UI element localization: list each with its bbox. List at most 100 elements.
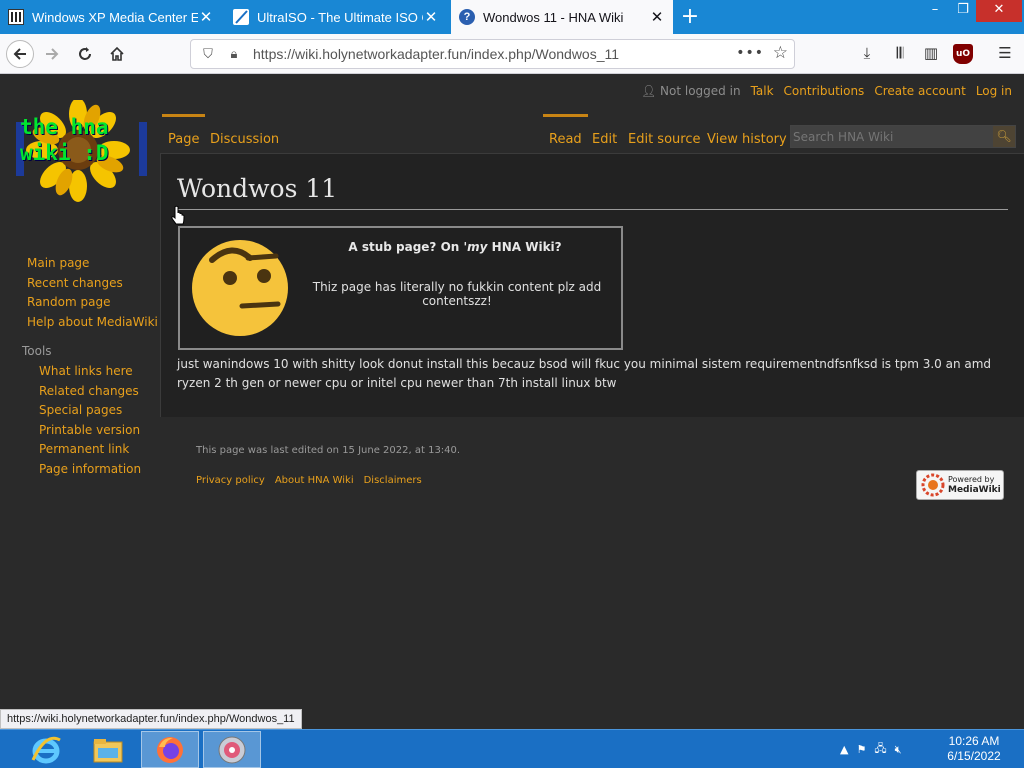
disclaimers-link[interactable]: Disclaimers (364, 475, 422, 486)
tab-edit[interactable]: Edit (586, 114, 623, 153)
log-in-link[interactable]: Log in (976, 84, 1012, 98)
back-button[interactable] (6, 40, 34, 68)
tab-read[interactable]: Read (543, 114, 588, 153)
ultraiso-button[interactable] (203, 731, 261, 768)
close-window-button[interactable]: ✕ (976, 0, 1022, 22)
article-body: just wanindows 10 with shitty look donut… (177, 357, 992, 390)
tab-title: Wondwos 11 - HNA Wiki (483, 9, 624, 25)
mouse-pointer-icon (171, 205, 185, 225)
home-icon (110, 46, 124, 61)
file-explorer-icon (93, 738, 123, 762)
privacy-policy-link[interactable]: Privacy policy (196, 475, 265, 486)
search-box: 🔍︎ (790, 125, 1016, 148)
personal-tools: 👤︎ Not logged in Talk Contributions Crea… (641, 84, 1012, 98)
stub-title: A stub page? On 'my HNA Wiki? (348, 240, 562, 254)
url-bar[interactable]: ⛉ 🔒︎ https://wiki.holynetworkadapter.fun… (190, 39, 795, 69)
link-preview-status: https://wiki.holynetworkadapter.fun/inde… (0, 709, 302, 729)
clock-date: 6/15/2022 (947, 749, 1001, 763)
contributions-link[interactable]: Contributions (784, 84, 865, 98)
stub-text: Thiz page has literally no fukkin conten… (312, 280, 602, 308)
lock-icon[interactable]: 🔒︎ (225, 47, 243, 62)
new-tab-button[interactable]: + (676, 4, 704, 30)
library-icon[interactable]: 𝄃𝄃 (889, 44, 911, 64)
ultraiso-disc-icon (218, 736, 246, 763)
web-page: the hna wiki :D 👤︎ Not logged in Talk Co… (0, 74, 1024, 730)
sidebar-tools-heading: Tools (22, 344, 52, 358)
powered-by-mediawiki-badge[interactable]: Powered by MediaWiki (916, 470, 1004, 500)
main-content: Wondwos 11 A stub page? On 'my HNA Wiki?… (160, 153, 1024, 417)
talk-link[interactable]: Talk (751, 84, 774, 98)
downloads-icon[interactable]: ⤓ (856, 44, 878, 64)
user-icon: 👤︎ (640, 84, 657, 98)
maximize-button[interactable]: ❐ (950, 0, 976, 22)
page-title: Wondwos 11 (177, 174, 1008, 210)
powered-by-text: Powered by MediaWiki (948, 475, 1001, 495)
arrow-left-icon (13, 48, 26, 60)
sidebar-item-special-pages[interactable]: Special pages (39, 403, 141, 423)
sidebar-item-recent-changes[interactable]: Recent changes (27, 276, 158, 296)
sidebar-tools: What links here Related changes Special … (39, 364, 141, 481)
archive-icon (8, 9, 24, 25)
minimize-button[interactable]: – (920, 0, 950, 22)
menu-icon[interactable]: ☰ (994, 44, 1016, 64)
search-button[interactable]: 🔍︎ (993, 126, 1015, 147)
file-explorer-button[interactable] (79, 731, 137, 768)
search-icon: 🔍︎ (996, 129, 1012, 143)
sidebar-item-page-information[interactable]: Page information (39, 462, 141, 482)
internet-explorer-button[interactable] (17, 731, 75, 768)
reload-button[interactable] (71, 40, 99, 68)
sidebar-item-help[interactable]: Help about MediaWiki (27, 315, 158, 335)
sidebar-item-related-changes[interactable]: Related changes (39, 384, 141, 404)
clock[interactable]: 10:26 AM 6/15/2022 (940, 734, 1008, 764)
sidebar-item-random-page[interactable]: Random page (27, 295, 158, 315)
mediawiki-logo-icon (921, 473, 945, 497)
reload-icon (79, 47, 91, 60)
create-account-link[interactable]: Create account (874, 84, 966, 98)
arrow-right-icon (46, 48, 59, 60)
tab-windows-xp[interactable]: Windows XP Media Center Edition ✕ (0, 0, 222, 34)
footer-links: Privacy policy About HNA Wiki Disclaimer… (196, 475, 422, 486)
internet-explorer-icon (31, 736, 61, 763)
volume-muted-icon[interactable]: 🔇︎ (895, 743, 902, 757)
thinking-face-icon (192, 240, 288, 336)
sidebar-item-permanent-link[interactable]: Permanent link (39, 442, 141, 462)
logo-text: the hna wiki :D (20, 115, 109, 165)
url-text[interactable]: https://wiki.holynetworkadapter.fun/inde… (253, 46, 619, 62)
forward-button[interactable] (38, 40, 66, 68)
sidebar-item-what-links-here[interactable]: What links here (39, 364, 141, 384)
home-button[interactable] (103, 40, 131, 68)
tab-view-history[interactable]: View history (701, 114, 793, 153)
show-hidden-icons-button[interactable]: ▲ (840, 743, 848, 756)
wiki-icon: ? (459, 9, 475, 25)
tab-edit-source[interactable]: Edit source (622, 114, 706, 153)
close-tab-icon[interactable]: ✕ (198, 8, 214, 26)
tab-discussion[interactable]: Discussion (204, 114, 285, 153)
action-center-flag-icon[interactable]: ⚑ (856, 743, 866, 756)
sidebar-item-printable-version[interactable]: Printable version (39, 423, 141, 443)
sidebar-navigation: Main page Recent changes Random page Hel… (27, 256, 158, 334)
tab-hna-wiki[interactable]: ? Wondwos 11 - HNA Wiki ✕ (451, 0, 673, 34)
not-logged-in: 👤︎ Not logged in (640, 84, 741, 98)
network-icon[interactable]: 🖧︎ (874, 740, 886, 759)
clock-time: 10:26 AM (948, 734, 1000, 748)
tab-title: Windows XP Media Center Edition (32, 9, 198, 25)
ublock-origin-icon[interactable]: uO (953, 44, 973, 64)
tab-ultraiso[interactable]: UltraISO - The Ultimate ISO CD ✕ (225, 0, 447, 34)
wiki-logo[interactable]: the hna wiki :D (14, 98, 149, 205)
last-edited-info: This page was last edited on 15 June 202… (196, 445, 461, 456)
tab-page[interactable]: Page (162, 114, 206, 153)
page-actions-icon[interactable]: ••• (736, 45, 764, 61)
ultraiso-icon (233, 9, 249, 25)
firefox-button[interactable] (141, 731, 199, 768)
tab-title: UltraISO - The Ultimate ISO CD (257, 9, 423, 25)
about-link[interactable]: About HNA Wiki (275, 475, 354, 486)
browser-toolbar: ⛉ 🔒︎ https://wiki.holynetworkadapter.fun… (0, 34, 1024, 74)
bookmark-star-icon[interactable]: ☆ (773, 43, 788, 63)
shield-icon[interactable]: ⛉ (199, 47, 217, 62)
sidebar-icon[interactable]: ▥ (920, 44, 942, 64)
close-tab-icon[interactable]: ✕ (649, 8, 665, 26)
sidebar-item-main-page[interactable]: Main page (27, 256, 158, 276)
close-tab-icon[interactable]: ✕ (423, 8, 439, 26)
search-input[interactable] (791, 126, 993, 147)
stub-notice: A stub page? On 'my HNA Wiki? Thiz page … (178, 226, 623, 350)
